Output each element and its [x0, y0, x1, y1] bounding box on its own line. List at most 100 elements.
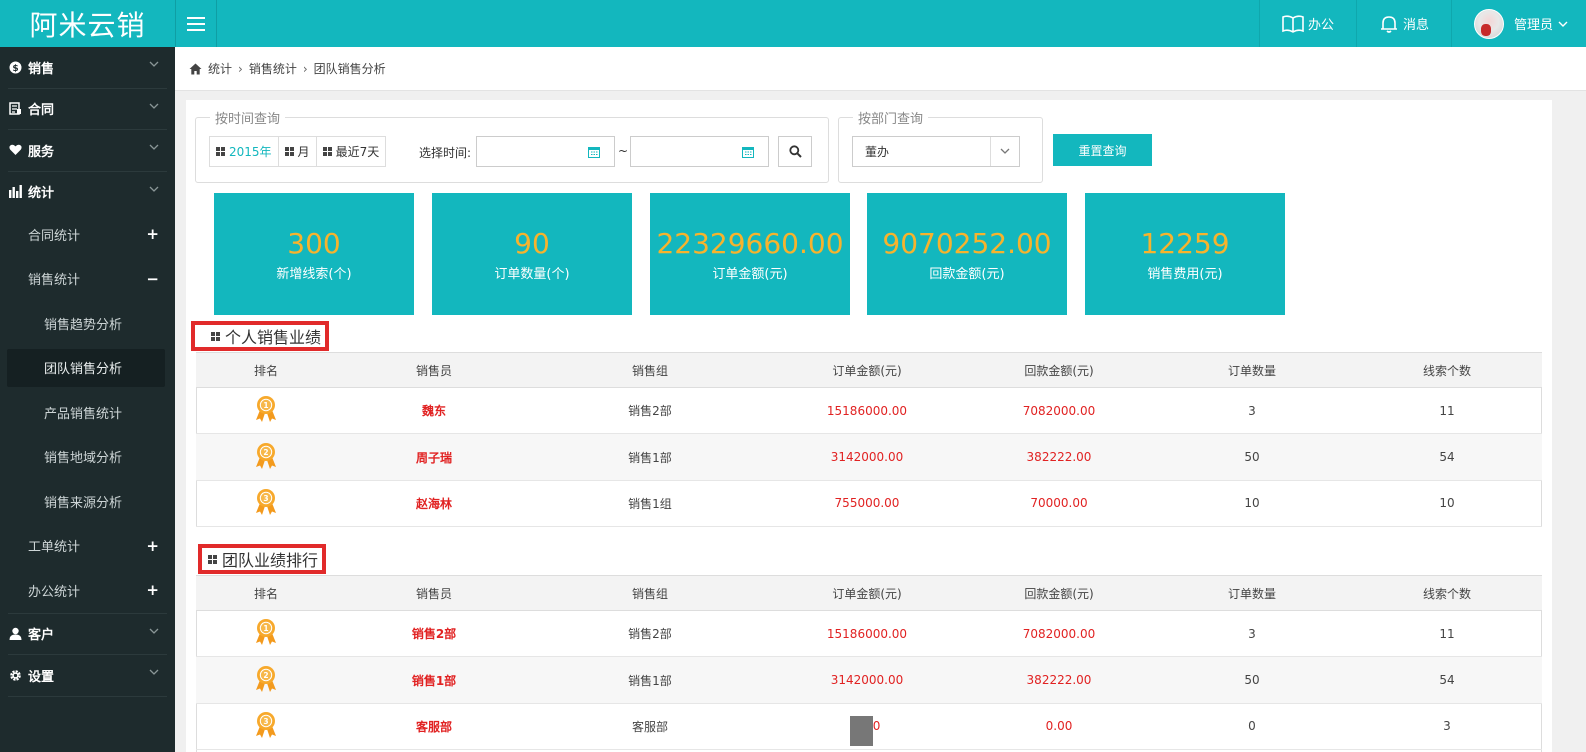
stat-value: 300 [287, 226, 341, 260]
stat-value: 22329660.00 [656, 226, 844, 260]
svg-text:2: 2 [263, 448, 268, 457]
table-header-row: 排名 销售员 销售组 订单金额(元) 回款金额(元) 订单数量 线索个数 [196, 352, 1542, 388]
medal-icon: 3 [254, 711, 278, 742]
messages-button[interactable]: 消息 [1355, 0, 1451, 47]
last-7-days-label: 最近7天 [335, 145, 380, 159]
col-salesperson: 销售员 [336, 575, 532, 611]
group-cell: 销售1部 [532, 656, 768, 704]
svg-text:3: 3 [263, 494, 268, 503]
sidebar-item-team-sales[interactable]: 团队销售分析 [7, 348, 165, 387]
lead-count-cell: 54 [1352, 433, 1542, 481]
payment-amount-cell: 382222.00 [966, 433, 1152, 481]
month-button-label: 月 [297, 145, 310, 159]
plus-icon: + [146, 581, 159, 600]
stat-card-order-amount: 22329660.00 订单金额(元) [650, 193, 850, 315]
department-select[interactable]: 董办 [852, 136, 1020, 167]
date-range-separator: ~ [618, 144, 629, 158]
chevron-down-icon [149, 669, 159, 675]
col-lead-count: 线索个数 [1352, 352, 1542, 388]
sidebar-item-sales-source[interactable]: 销售来源分析 [0, 479, 175, 524]
salesperson-cell: 销售1部 [336, 656, 532, 704]
menu-toggle-button[interactable] [175, 0, 217, 47]
contract-icon [8, 102, 22, 116]
dollar-icon: $ [8, 60, 22, 74]
grid-icon [211, 331, 220, 341]
svg-text:2: 2 [263, 671, 268, 680]
medal-icon: 2 [254, 442, 278, 473]
sidebar-item-workorder-stats[interactable]: 工单统计 + [0, 524, 175, 569]
sidebar-item-contract[interactable]: 合同 [0, 89, 175, 130]
grid-icon [284, 147, 294, 156]
rank-cell: 3 [196, 480, 336, 528]
col-lead-count: 线索个数 [1352, 575, 1542, 611]
sidebar-item-service[interactable]: 服务 [0, 130, 175, 171]
payment-amount-cell: 7082000.00 [966, 610, 1152, 658]
breadcrumb-home[interactable]: 统计 [208, 60, 232, 77]
reset-query-button[interactable]: 重置查询 [1053, 134, 1152, 166]
stat-card-order-count: 90 订单数量(个) [432, 193, 632, 315]
year-button-label: 2015年 [229, 145, 272, 159]
salesperson-cell: 销售2部 [336, 610, 532, 658]
end-date-input[interactable] [630, 136, 769, 167]
chevron-down-icon [1558, 21, 1568, 27]
month-button[interactable]: 月 [278, 137, 317, 166]
table-row[interactable]: 2 销售1部 销售1部 3142000.00 382222.00 50 54 [196, 656, 1542, 704]
sidebar-item-sales-region[interactable]: 销售地域分析 [0, 435, 175, 480]
start-date-input[interactable] [476, 136, 615, 167]
stat-card-sales-expense: 12259 销售费用(元) [1085, 193, 1285, 315]
svg-text:$: $ [12, 64, 18, 74]
breadcrumb-level2[interactable]: 销售统计 [249, 60, 297, 77]
plus-icon: + [146, 225, 159, 244]
chevron-down-icon [149, 61, 159, 67]
group-cell: 销售1组 [532, 480, 768, 528]
office-button[interactable]: 办公 [1258, 0, 1356, 47]
sidebar-item-label: 办公统计 [28, 584, 81, 600]
col-payment-amount: 回款金额(元) [966, 575, 1152, 611]
calendar-icon[interactable] [588, 146, 600, 158]
payment-amount-cell: 0.00 [966, 703, 1152, 751]
sidebar-item-label: 客户 [28, 628, 55, 644]
group-cell: 客服部 [532, 703, 768, 751]
payment-amount-cell: 7082000.00 [966, 387, 1152, 435]
table-row[interactable]: 3 赵海林 销售1组 755000.00 70000.00 10 10 [196, 480, 1542, 528]
stat-label: 订单金额(元) [712, 266, 788, 282]
table-row[interactable]: 2 周子瑞 销售1部 3142000.00 382222.00 50 54 [196, 433, 1542, 481]
rank-cell: 2 [196, 656, 336, 704]
last-7-days-button[interactable]: 最近7天 [316, 137, 386, 166]
search-button[interactable] [778, 136, 812, 167]
horizontal-scroll-thumb[interactable] [850, 716, 873, 746]
sidebar-item-settings[interactable]: 设置 [0, 655, 175, 696]
col-group: 销售组 [532, 575, 768, 611]
lead-count-cell: 11 [1352, 610, 1542, 658]
chevron-down-icon [149, 186, 159, 192]
home-icon[interactable] [189, 63, 202, 75]
sidebar-item-office-stats[interactable]: 办公统计 + [0, 568, 175, 613]
medal-icon: 2 [254, 665, 278, 696]
col-group: 销售组 [532, 352, 768, 388]
year-button[interactable]: 2015年 [210, 137, 279, 166]
heart-icon [8, 143, 22, 157]
sidebar-item-sales-stats[interactable]: 销售统计 − [0, 257, 175, 302]
calendar-icon[interactable] [742, 146, 754, 158]
logo[interactable]: 阿米云销 [0, 0, 175, 47]
table-row[interactable]: 1 魏东 销售2部 15186000.00 7082000.00 3 11 [196, 387, 1542, 435]
sidebar-item-sales[interactable]: $ 销售 [0, 47, 175, 88]
stat-label: 销售费用(元) [1147, 266, 1223, 282]
sidebar-item-stats[interactable]: 统计 [0, 172, 175, 213]
col-order-amount: 订单金额(元) [768, 575, 966, 611]
bell-icon [1380, 15, 1397, 33]
sidebar-item-product-sales[interactable]: 产品销售统计 [0, 390, 175, 435]
sidebar-item-customer[interactable]: 客户 [0, 614, 175, 655]
user-label: 管理员 [1513, 18, 1553, 33]
order-count-cell: 3 [1152, 387, 1352, 435]
group-cell: 销售2部 [532, 610, 768, 658]
rank-cell: 1 [196, 610, 336, 658]
sidebar-item-contract-stats[interactable]: 合同统计 + [0, 212, 175, 257]
sidebar-item-sales-trend[interactable]: 销售趋势分析 [0, 301, 175, 346]
order-amount-cell: 15186000.00 [768, 610, 966, 658]
team-ranking-title: 团队业绩排行 [198, 544, 327, 574]
medal-icon: 1 [254, 395, 278, 426]
gear-icon [8, 668, 22, 682]
table-row[interactable]: 1 销售2部 销售2部 15186000.00 7082000.00 3 11 [196, 610, 1542, 658]
user-menu[interactable]: 管理员 [1450, 0, 1586, 47]
